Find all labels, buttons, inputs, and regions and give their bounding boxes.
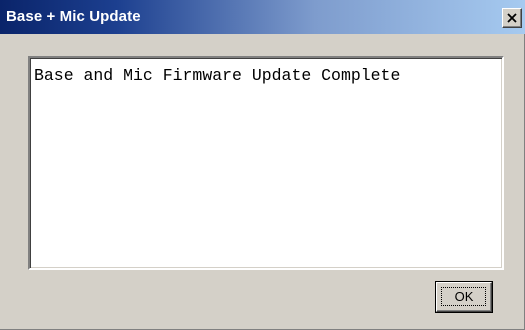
ok-button[interactable]: OK <box>436 282 492 312</box>
close-button[interactable] <box>502 8 522 28</box>
close-icon <box>507 13 517 23</box>
status-message: Base and Mic Firmware Update Complete <box>34 66 401 85</box>
title-bar[interactable]: Base + Mic Update <box>0 0 525 34</box>
ok-button-label: OK <box>454 289 474 304</box>
message-text-area[interactable]: Base and Mic Firmware Update Complete <box>28 56 504 270</box>
dialog-title: Base + Mic Update <box>6 8 141 25</box>
dialog-window: Base + Mic Update Base and Mic Firmware … <box>0 0 525 330</box>
